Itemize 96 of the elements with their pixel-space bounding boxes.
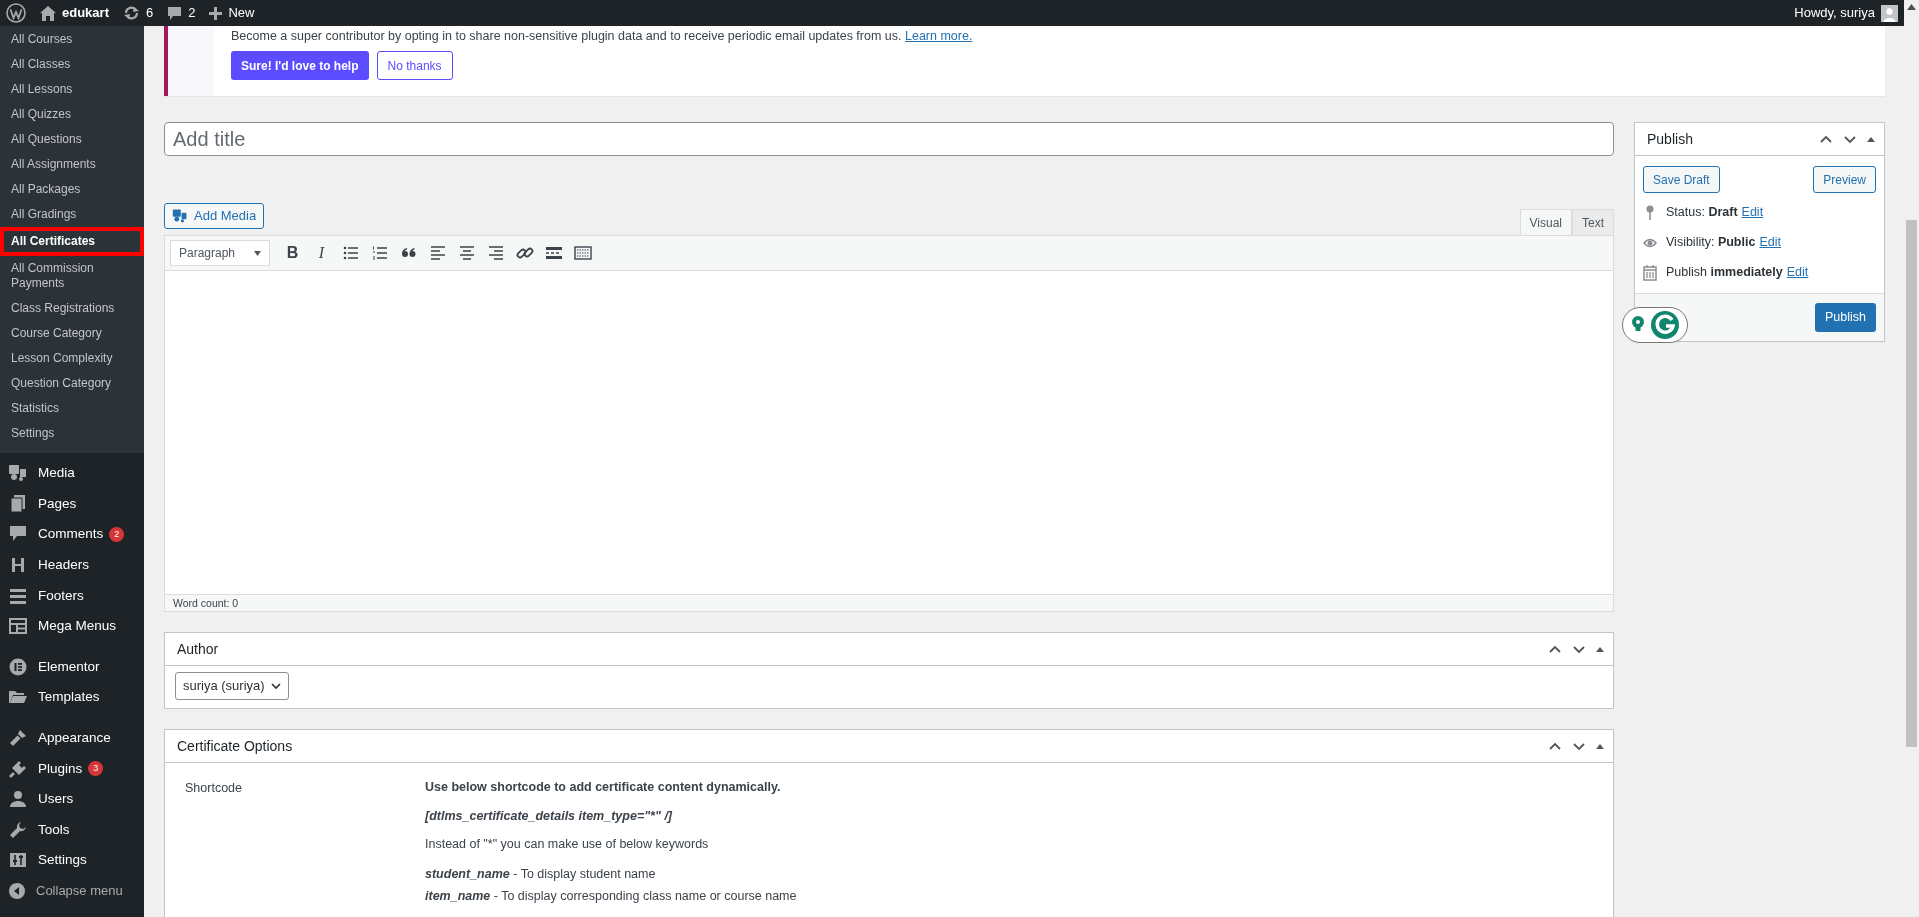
field-label: Shortcode	[185, 780, 243, 797]
word-count: Word count: 0	[165, 594, 1613, 611]
menu-item[interactable]: Appearance	[0, 722, 144, 754]
edit-link[interactable]: Edit	[1786, 262, 1809, 282]
submenu-item[interactable]: Question Category	[0, 371, 144, 396]
updates-link[interactable]: 6	[122, 3, 154, 23]
submenu-item[interactable]: All Quizzes	[0, 102, 144, 127]
plug-icon	[8, 758, 28, 779]
submenu-item[interactable]: Course Category	[0, 321, 144, 346]
home-icon	[40, 5, 56, 21]
add-media-button[interactable]: Add Media	[164, 203, 265, 229]
keyword-description: item_name - To display corresponding class name or course name	[425, 888, 797, 904]
submenu-item[interactable]: Class Registrations	[0, 296, 144, 321]
brush-icon	[8, 728, 28, 749]
menu-item[interactable]: Plugins 3	[0, 753, 144, 784]
status-text: Status: Draft	[1666, 203, 1738, 221]
toggle-icon[interactable]	[1595, 742, 1605, 750]
edit-link[interactable]: Edit	[1741, 202, 1764, 222]
elementor-icon	[8, 656, 28, 677]
count-badge: 3	[88, 761, 104, 777]
editor-tab[interactable]: Visual	[1519, 209, 1572, 235]
count-badge: 2	[109, 527, 125, 542]
publish-button[interactable]: Publish	[1815, 303, 1876, 332]
submenu-item[interactable]: All Questions	[0, 127, 144, 152]
scrollbar[interactable]	[1904, 0, 1919, 917]
avatar-icon	[1881, 4, 1898, 22]
accept-button[interactable]: Sure! I'd love to help	[231, 51, 369, 80]
media-icon	[172, 208, 188, 224]
title-field[interactable]: Add title	[164, 122, 1614, 156]
pages-icon	[8, 493, 28, 514]
status-text: Publish immediately	[1666, 263, 1783, 281]
caret-icon	[254, 250, 261, 256]
decline-button[interactable]: No thanks	[376, 51, 453, 80]
submenu-item[interactable]: All Commission Payments	[0, 256, 144, 296]
toggle-icon[interactable]	[1866, 135, 1876, 143]
table-icon	[8, 616, 28, 637]
chevron-down-icon	[270, 682, 281, 690]
submenu-item[interactable]: All Lessons	[0, 77, 144, 102]
submenu-item[interactable]: All Courses	[0, 27, 144, 52]
submenu-item[interactable]: Statistics	[0, 396, 144, 421]
scrollbar-thumb[interactable]	[1906, 220, 1917, 747]
submenu-item[interactable]: All Packages	[0, 177, 144, 202]
edit-link[interactable]: Edit	[1759, 232, 1781, 252]
menu-item[interactable]: Footers	[0, 580, 144, 611]
box-title: Certificate Options	[177, 736, 293, 756]
menu-item[interactable]: Users	[0, 783, 144, 815]
box-title: Author	[177, 639, 219, 659]
box-title: Publish	[1647, 129, 1693, 149]
submenu-item[interactable]: All Classes	[0, 52, 144, 77]
comments-link[interactable]: 2	[167, 3, 196, 23]
menu-item[interactable]: Headers	[0, 549, 144, 581]
scroll-up-icon[interactable]	[1907, 4, 1916, 10]
menu-item[interactable]: Templates	[0, 682, 144, 713]
description-text: Instead of "*" you can make use of below keywords	[425, 836, 710, 852]
calendar-icon	[1643, 263, 1657, 281]
logo-icon[interactable]	[6, 3, 26, 23]
user-icon	[8, 789, 28, 810]
notice-text: Become a super contributor by opting in to share non-sensitive plugin data and to receive periodic email updates from us. Learn more.	[231, 28, 973, 44]
menu-item[interactable]: Settings	[0, 845, 144, 876]
assistant-widget[interactable]	[1622, 307, 1688, 343]
collapse-button[interactable]: Collapse menu	[0, 875, 144, 907]
plus-icon	[209, 6, 223, 20]
menu-item[interactable]: Mega Menus	[0, 610, 144, 642]
learn-more-link[interactable]: Learn more.	[905, 29, 973, 43]
shortcode-text: [dtlms_certificate_details item_type="*" /]	[425, 808, 673, 824]
status-text: Visibility: Public	[1666, 233, 1756, 251]
editor-tab[interactable]: Text	[1572, 209, 1614, 235]
submenu-item[interactable]: Lesson Complexity	[0, 346, 144, 371]
media-icon	[8, 463, 28, 484]
menu-item[interactable]: Media	[0, 458, 144, 489]
format-select[interactable]: Paragraph	[170, 240, 270, 266]
author-select[interactable]: suriya (suriya)	[175, 672, 289, 700]
keyword-description: student_name - To display student name	[425, 866, 657, 882]
site-link[interactable]: edukart	[40, 3, 109, 23]
preview-button[interactable]: Preview	[1813, 166, 1876, 193]
menu-item[interactable]: Elementor	[0, 651, 144, 683]
menu-item[interactable]: Tools	[0, 814, 144, 846]
refresh-icon	[122, 5, 140, 21]
menu-item[interactable]: Pages	[0, 488, 144, 520]
save-draft-button[interactable]: Save Draft	[1643, 166, 1720, 193]
instruction-text: Use below shortcode to add certificate content dynamically.	[425, 779, 782, 795]
toggle-icon[interactable]	[1595, 645, 1605, 653]
submenu-item[interactable]: Settings	[0, 421, 144, 446]
comment-icon	[167, 5, 183, 21]
italic-button[interactable]: I	[307, 240, 336, 266]
account-link[interactable]: Howdy, suriya	[1794, 3, 1898, 23]
keyboard-icon[interactable]	[572, 243, 593, 263]
collapse-icon	[8, 882, 26, 900]
submenu-item[interactable]: All Gradings	[0, 202, 144, 227]
submenu-item[interactable]: All Assignments	[0, 152, 144, 177]
submenu-item[interactable]: All Certificates	[0, 227, 144, 256]
wrench-icon	[8, 819, 28, 840]
bold-button[interactable]: B	[278, 240, 307, 266]
new-link[interactable]: New	[209, 3, 255, 23]
g-logo-icon[interactable]	[1650, 310, 1680, 340]
menu-item[interactable]: Comments 2	[0, 519, 144, 550]
